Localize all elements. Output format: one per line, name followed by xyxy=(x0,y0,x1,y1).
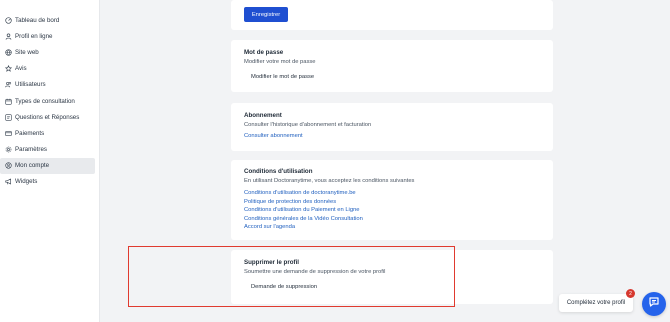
sidebar-item-profile[interactable]: Profil en ligne xyxy=(0,28,99,44)
change-password-button[interactable]: Modifier le mot de passe xyxy=(244,70,322,84)
terms-card: Conditions d'utilisation En utilisant Do… xyxy=(231,160,553,240)
sidebar-item-widgets[interactable]: Widgets xyxy=(0,174,99,190)
notification-badge: 2 xyxy=(626,289,635,298)
profile-save-card: Enregistrer xyxy=(231,0,553,30)
card-title: Conditions d'utilisation xyxy=(244,168,313,175)
terms-links: Conditions d'utilisation de doctoranytim… xyxy=(244,189,540,232)
online-payment-terms-link[interactable]: Conditions d'utilisation du Paiement en … xyxy=(244,206,540,215)
user-icon xyxy=(4,32,12,40)
gear-icon xyxy=(4,146,12,154)
sidebar-item-label: Paramètres xyxy=(15,146,47,154)
privacy-policy-link[interactable]: Politique de protection des données xyxy=(244,198,540,207)
sidebar-item-label: Utilisateurs xyxy=(15,81,46,89)
highlight-box xyxy=(128,246,455,307)
sidebar-item-label: Tableau de bord xyxy=(15,16,60,24)
card-subtitle: En utilisant Doctoranytime, vous accepte… xyxy=(244,178,415,184)
chat-button[interactable] xyxy=(642,292,666,316)
agenda-agreement-link[interactable]: Accord sur l'agenda xyxy=(244,223,540,232)
sidebar-item-label: Avis xyxy=(15,65,27,73)
password-card: Mot de passe Modifier votre mot de passe… xyxy=(231,40,553,92)
card-title: Abonnement xyxy=(244,112,282,119)
sidebar: Tableau de bord Profil en ligne Site web… xyxy=(0,0,100,322)
sidebar-item-settings[interactable]: Paramètres xyxy=(0,142,99,158)
card-subtitle: Consulter l'historique d'abonnement et f… xyxy=(244,122,372,128)
view-subscription-link[interactable]: Consulter abonnement xyxy=(244,133,540,139)
sidebar-item-label: Paiements xyxy=(15,129,45,137)
star-icon xyxy=(4,65,12,73)
sidebar-item-qa[interactable]: Questions et Réponses xyxy=(0,109,99,125)
account-icon xyxy=(4,162,12,170)
calendar-icon xyxy=(4,97,12,105)
users-icon xyxy=(4,81,12,89)
sidebar-item-my-account[interactable]: Mon compte xyxy=(0,157,95,174)
sidebar-item-label: Questions et Réponses xyxy=(15,113,80,121)
sidebar-item-consultation-types[interactable]: Types de consultation xyxy=(0,93,99,109)
megaphone-icon xyxy=(4,178,12,186)
video-consultation-terms-link[interactable]: Conditions générales de la Vidéo Consult… xyxy=(244,215,540,224)
sidebar-item-label: Profil en ligne xyxy=(15,32,53,40)
chat-icon xyxy=(648,295,660,313)
sidebar-item-label: Types de consultation xyxy=(15,97,75,105)
sidebar-item-reviews[interactable]: Avis xyxy=(0,61,99,77)
card-title: Mot de passe xyxy=(244,49,284,56)
terms-link[interactable]: Conditions d'utilisation de doctoranytim… xyxy=(244,189,540,198)
qa-icon xyxy=(4,113,12,121)
dashboard-icon xyxy=(4,16,12,24)
sidebar-item-label: Widgets xyxy=(15,178,38,186)
sidebar-item-users[interactable]: Utilisateurs xyxy=(0,77,99,93)
sidebar-item-label: Mon compte xyxy=(15,162,50,170)
subscription-card: Abonnement Consulter l'historique d'abon… xyxy=(231,103,553,151)
card-subtitle: Modifier votre mot de passe xyxy=(244,59,316,65)
card-icon xyxy=(4,129,12,137)
sidebar-item-label: Site web xyxy=(15,48,39,56)
sidebar-item-payments[interactable]: Paiements xyxy=(0,125,99,141)
save-button[interactable]: Enregistrer xyxy=(244,7,288,22)
sidebar-item-website[interactable]: Site web xyxy=(0,44,99,60)
complete-profile-button[interactable]: Complétez votre profil xyxy=(559,294,633,312)
globe-icon xyxy=(4,48,12,56)
sidebar-item-dashboard[interactable]: Tableau de bord xyxy=(0,12,99,28)
